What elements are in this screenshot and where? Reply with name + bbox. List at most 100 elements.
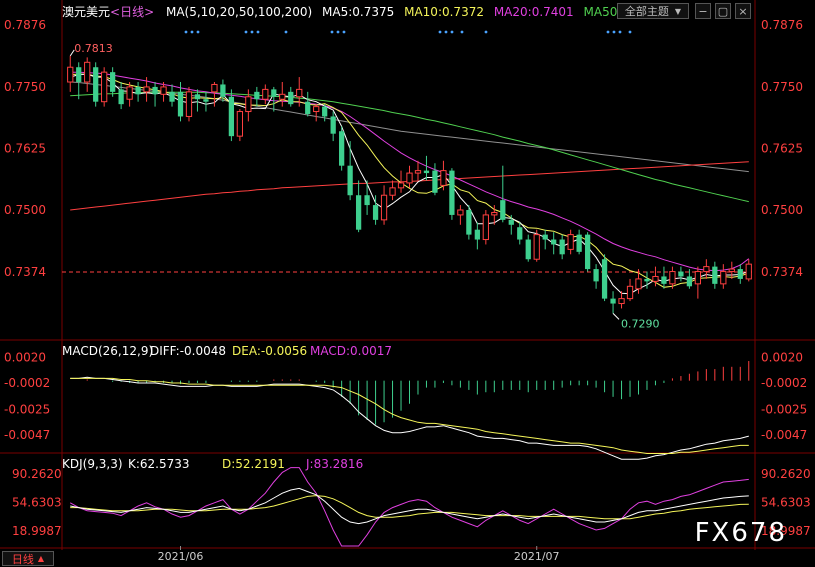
macd-hist-label: MACD:0.0017 xyxy=(310,344,392,358)
candle xyxy=(330,111,336,142)
candle-body xyxy=(745,263,752,280)
candle-body xyxy=(118,89,124,105)
kdj-j-label: J:83.2816 xyxy=(305,457,363,471)
candle-body xyxy=(236,111,243,137)
event-dot xyxy=(336,30,340,34)
watermark: FX678 xyxy=(694,518,787,548)
restore-button[interactable]: ▢ xyxy=(715,3,731,19)
candle xyxy=(440,160,447,191)
candle-body xyxy=(364,195,370,206)
candle-body xyxy=(449,170,455,215)
event-dot xyxy=(450,30,454,34)
candle xyxy=(414,160,422,181)
candle-body xyxy=(423,170,430,174)
candle xyxy=(185,86,193,122)
event-dot xyxy=(460,30,464,34)
candle-body xyxy=(313,106,320,113)
candle xyxy=(533,229,540,262)
candle xyxy=(525,234,531,262)
event-dot xyxy=(196,30,200,34)
candle-body xyxy=(728,268,735,273)
candle-body xyxy=(126,86,133,100)
ma-settings-label: MA(5,10,20,50,100,200) xyxy=(165,5,313,19)
candle-body xyxy=(474,229,480,240)
price-tick-right: 0.7750 xyxy=(761,80,803,94)
event-dot xyxy=(330,30,334,34)
candle-body xyxy=(593,269,599,282)
macd-dea-label: DEA:-0.0056 xyxy=(232,344,307,358)
candle xyxy=(678,266,684,282)
chart-stage: 0.7876 0.7876 0.7750 0.7750 0.7625 0.7625 0.75… xyxy=(0,0,815,567)
candle-body xyxy=(712,266,718,284)
candle xyxy=(279,82,286,107)
candle xyxy=(423,155,430,181)
candle xyxy=(389,180,396,201)
candle-body xyxy=(228,96,235,137)
candle-body xyxy=(644,278,650,282)
candle xyxy=(84,57,91,92)
period-button[interactable]: 日线 ▲ xyxy=(2,551,54,566)
candle xyxy=(500,165,506,223)
candle-body xyxy=(220,84,226,97)
candle-body xyxy=(414,170,422,174)
candle-body xyxy=(661,276,667,284)
candle xyxy=(271,86,277,112)
kdj-tick-left: 54.6303 xyxy=(12,495,62,509)
candle xyxy=(305,91,311,117)
event-dot xyxy=(444,30,448,34)
candle xyxy=(347,141,353,201)
price-tick-right: 0.7374 xyxy=(761,265,803,279)
candle xyxy=(551,232,557,255)
event-dot xyxy=(628,30,632,34)
kdj-k-label: K:62.5733 xyxy=(128,457,190,471)
event-dot xyxy=(284,30,288,34)
candle xyxy=(703,259,710,279)
candle-body xyxy=(610,298,616,304)
event-dot xyxy=(190,30,194,34)
candle xyxy=(576,229,582,255)
price-tick-left: 0.7374 xyxy=(4,265,46,279)
candle xyxy=(380,185,388,225)
candle-body xyxy=(432,170,438,193)
candle-body xyxy=(440,170,447,186)
candle-body xyxy=(339,131,345,166)
close-button[interactable]: × xyxy=(735,3,751,19)
restore-icon: ▢ xyxy=(717,4,729,18)
candle-body xyxy=(576,234,582,252)
low-annotation: 0.7290 xyxy=(621,317,660,330)
event-dot xyxy=(244,30,248,34)
candle-body xyxy=(678,271,684,277)
candle-body xyxy=(322,106,328,117)
event-dot xyxy=(612,30,616,34)
candle-body xyxy=(551,239,557,245)
candle-body xyxy=(635,278,642,290)
candle-body xyxy=(372,205,379,220)
candle xyxy=(593,264,599,289)
candle-body xyxy=(694,271,701,285)
macd-tick-left: -0.0002 xyxy=(4,376,50,390)
candle-body xyxy=(737,269,743,279)
candle xyxy=(626,278,634,302)
candle-body xyxy=(533,234,540,260)
event-dot xyxy=(606,30,610,34)
price-tick-left: 0.7876 xyxy=(4,18,46,32)
kdj-title: KDJ(9,3,3) xyxy=(62,457,123,471)
candle xyxy=(288,86,294,107)
price-tick-left: 0.7500 xyxy=(4,203,46,217)
minimize-button[interactable]: − xyxy=(695,3,711,19)
candle xyxy=(449,168,455,220)
price-tick-right: 0.7876 xyxy=(761,18,803,32)
candle xyxy=(76,62,82,100)
candle-body xyxy=(279,93,286,100)
theme-select[interactable]: 全部主题 ▼ xyxy=(617,3,689,19)
candle xyxy=(728,261,735,279)
candle xyxy=(406,165,413,188)
candle xyxy=(482,210,489,245)
event-dot xyxy=(184,30,188,34)
candle xyxy=(466,205,472,240)
candle-body xyxy=(618,298,625,305)
chevron-down-icon: ▼ xyxy=(674,6,682,16)
candle xyxy=(101,67,108,107)
kdj-tick-right: 54.6303 xyxy=(761,495,811,509)
candle xyxy=(737,264,743,284)
